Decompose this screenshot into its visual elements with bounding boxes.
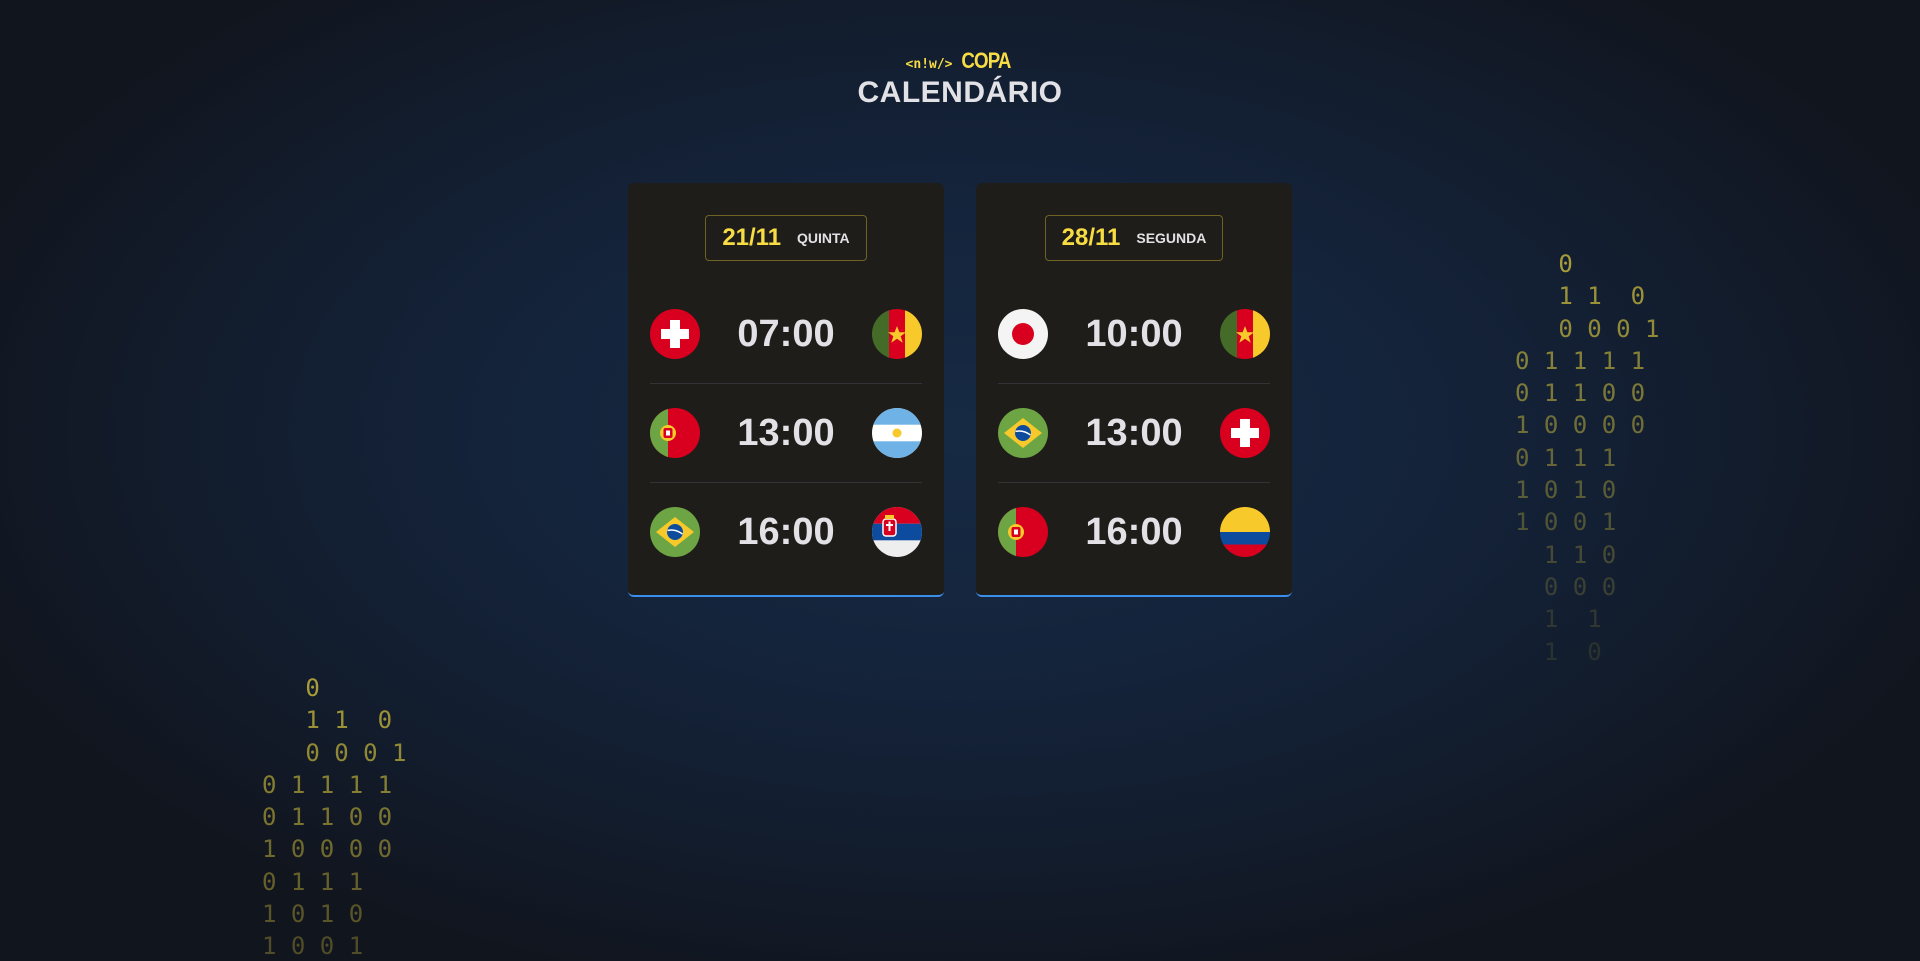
binary-row: 0 0 0 1 (262, 738, 407, 767)
game-time: 16:00 (737, 510, 835, 553)
binary-row: 1 1 0 (1515, 540, 1617, 569)
games-list: 07:00 13:00 16:00 (650, 285, 922, 581)
brazil-flag-icon (650, 507, 700, 557)
binary-rain-left: 0 1 1 0 0 0 0 1 0 1 1 1 1 0 1 1 0 0 1 0 0 0… (262, 672, 407, 961)
game-time: 10:00 (1085, 312, 1183, 355)
date-weekday: SEGUNDA (1136, 230, 1207, 246)
logo: <n!w/> COPA (906, 48, 1015, 74)
argentina-flag-icon (871, 408, 922, 458)
portugal-flag-icon (650, 408, 700, 458)
game-time: 13:00 (737, 411, 835, 454)
binary-row: 0 1 1 0 0 (1515, 379, 1646, 408)
colombia-flag-icon (1219, 507, 1270, 557)
binary-row: 1 1 0 (262, 706, 393, 735)
binary-row: 1 0 1 0 (262, 900, 364, 929)
logo-text: COPA (960, 48, 1011, 73)
day-card: 28/11 SEGUNDA 10:00 13:00 16:00 (976, 183, 1292, 597)
binary-row: 0 0 0 (1515, 572, 1617, 601)
game-row: 16:00 (998, 483, 1270, 581)
date-weekday: QUINTA (797, 230, 850, 246)
game-time: 07:00 (737, 312, 835, 355)
portugal-flag-icon (998, 507, 1048, 557)
game-time: 13:00 (1085, 411, 1183, 454)
binary-row: 1 1 0 (1515, 282, 1646, 311)
date-badge: 21/11 QUINTA (705, 215, 867, 261)
binary-row: 1 0 0 1 (262, 932, 364, 961)
binary-row: 0 0 0 1 (1515, 314, 1660, 343)
game-row: 16:00 (650, 483, 922, 581)
japan-flag-icon (998, 309, 1048, 359)
switzerland-flag-icon (1219, 408, 1270, 458)
game-row: 10:00 (998, 285, 1270, 384)
binary-row: 1 0 1 0 (1515, 476, 1617, 505)
binary-row: 1 0 0 0 0 (1515, 411, 1646, 440)
date-badge: 28/11 SEGUNDA (1044, 215, 1224, 261)
binary-row: 1 0 0 0 0 (262, 835, 393, 864)
brazil-flag-icon (998, 408, 1048, 458)
page-title: CALENDÁRIO (857, 76, 1063, 109)
date-value: 21/11 (722, 224, 782, 251)
binary-row: 0 (1515, 250, 1573, 278)
binary-row: 0 1 1 1 (262, 867, 364, 896)
cameroon-flag-icon (1219, 309, 1270, 359)
game-row: 13:00 (998, 384, 1270, 483)
binary-row: 0 1 1 1 1 (1515, 346, 1646, 375)
binary-row: 0 1 1 1 (1515, 443, 1617, 472)
binary-rain-right: 0 1 1 0 0 0 0 1 0 1 1 1 1 0 1 1 0 0 1 0 0 0… (1515, 248, 1660, 668)
serbia-flag-icon (871, 507, 922, 557)
binary-row: 1 0 0 1 (1515, 508, 1617, 537)
switzerland-flag-icon (650, 309, 700, 359)
logo-tag: <n!w/> (905, 57, 953, 72)
binary-row: 1 0 (1515, 637, 1602, 666)
page-header: <n!w/> COPA CALENDÁRIO (0, 48, 1920, 110)
binary-row: 0 (262, 674, 320, 702)
binary-row: 0 1 1 1 1 (262, 770, 393, 799)
binary-row: 1 1 (1515, 605, 1602, 634)
cameroon-flag-icon (871, 309, 922, 359)
game-row: 13:00 (650, 384, 922, 483)
day-card: 21/11 QUINTA 07:00 13:00 16:00 (628, 183, 944, 597)
game-time: 16:00 (1085, 510, 1183, 553)
date-value: 28/11 (1061, 224, 1121, 251)
binary-row: 0 1 1 0 0 (262, 803, 393, 832)
games-list: 10:00 13:00 16:00 (998, 285, 1270, 581)
calendar-cards: 21/11 QUINTA 07:00 13:00 16:00 28/11 SEG… (628, 183, 1292, 597)
game-row: 07:00 (650, 285, 922, 384)
